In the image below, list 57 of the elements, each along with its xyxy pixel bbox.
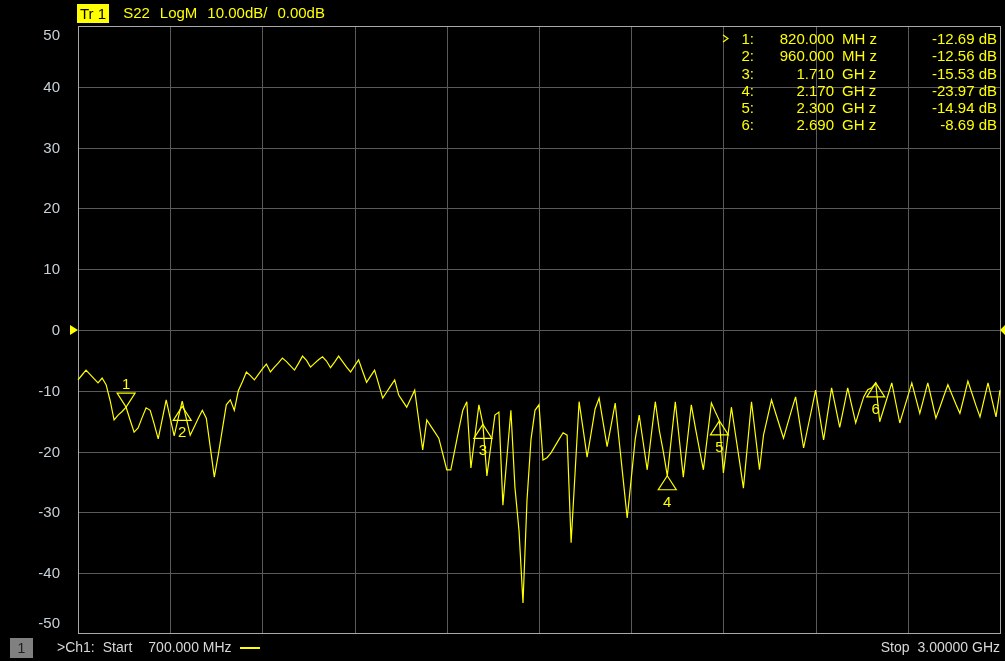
reference-arrow-icon [70,325,78,335]
start-frequency: 700.000 MHz [148,638,232,657]
frequency-unit: GH z [841,81,878,100]
marker-frequency: 1.710 [795,64,834,82]
axis-tick-label: 30 [43,138,60,156]
frequency-unit: GH z [841,116,878,134]
reference-arrow-icon [1000,325,1005,335]
axis-tick-label: -30 [38,503,60,521]
stop-frequency: 3.00000 GHz [917,638,1000,657]
channel-number[interactable]: 1 [10,637,33,658]
frequency-unit: MH z [841,30,878,48]
axis-tick-label: 40 [43,77,60,95]
axis-tick-label: 10 [43,260,60,278]
marker-number: 5: [740,99,754,117]
marker-triangle-icon[interactable] [472,423,493,440]
frequency-unit: GH z [841,99,878,117]
marker-frequency: 2.690 [795,116,834,134]
marker-frequency: 2.170 [795,81,834,100]
trace-format: LogM [159,2,198,23]
axis-tick-label: -10 [38,381,60,399]
marker-frequency: 960.000 [778,47,834,65]
marker-value: -15.53 dB [930,64,997,82]
axis-tick-label: -20 [38,442,60,460]
marker-frequency: 820.000 [778,30,834,48]
marker-number: 6: [740,116,754,134]
axis-tick-label: 50 [43,26,60,43]
marker-label: 1 [121,375,131,393]
trace-scale: 10.00dB/ [207,2,268,23]
marker-triangle-icon[interactable] [657,474,678,491]
marker-number: 4: [740,81,754,100]
start-label: Start [102,638,133,657]
marker-triangle-icon[interactable] [172,405,193,421]
axis-tick-label: -50 [38,614,60,631]
marker-number: 2: [740,47,754,65]
channel-label: >Ch1: [57,638,95,657]
frequency-unit: GH z [841,64,878,82]
marker-value: -8.69 dB [939,116,997,134]
marker-number: 3: [740,64,754,82]
marker-triangle-icon[interactable] [865,381,886,398]
marker-value: -14.94 dB [930,99,997,117]
marker-label: 4 [663,492,672,510]
marker-triangle-icon[interactable] [709,419,730,436]
marker-number: 1: [740,30,754,48]
marker-frequency: 2.300 [795,99,834,117]
marker-value: -12.69 dB [930,30,997,48]
marker-value: -23.97 dB [930,81,997,100]
reference-level: 0.00dB [277,2,325,23]
axis-tick-label: -40 [38,564,60,582]
axis-tick-label: 20 [43,199,60,217]
axis-tick-label: 0 [51,321,60,338]
stop-label: Stop [880,638,910,657]
trace-tag[interactable]: Tr 1 [77,3,110,23]
trace-parameter: S22 [123,2,150,23]
frequency-unit: MH z [841,47,878,65]
marker-triangle-icon[interactable] [116,392,137,409]
marker-value: -12.56 dB [930,47,997,65]
marker-label: 2 [178,423,187,441]
